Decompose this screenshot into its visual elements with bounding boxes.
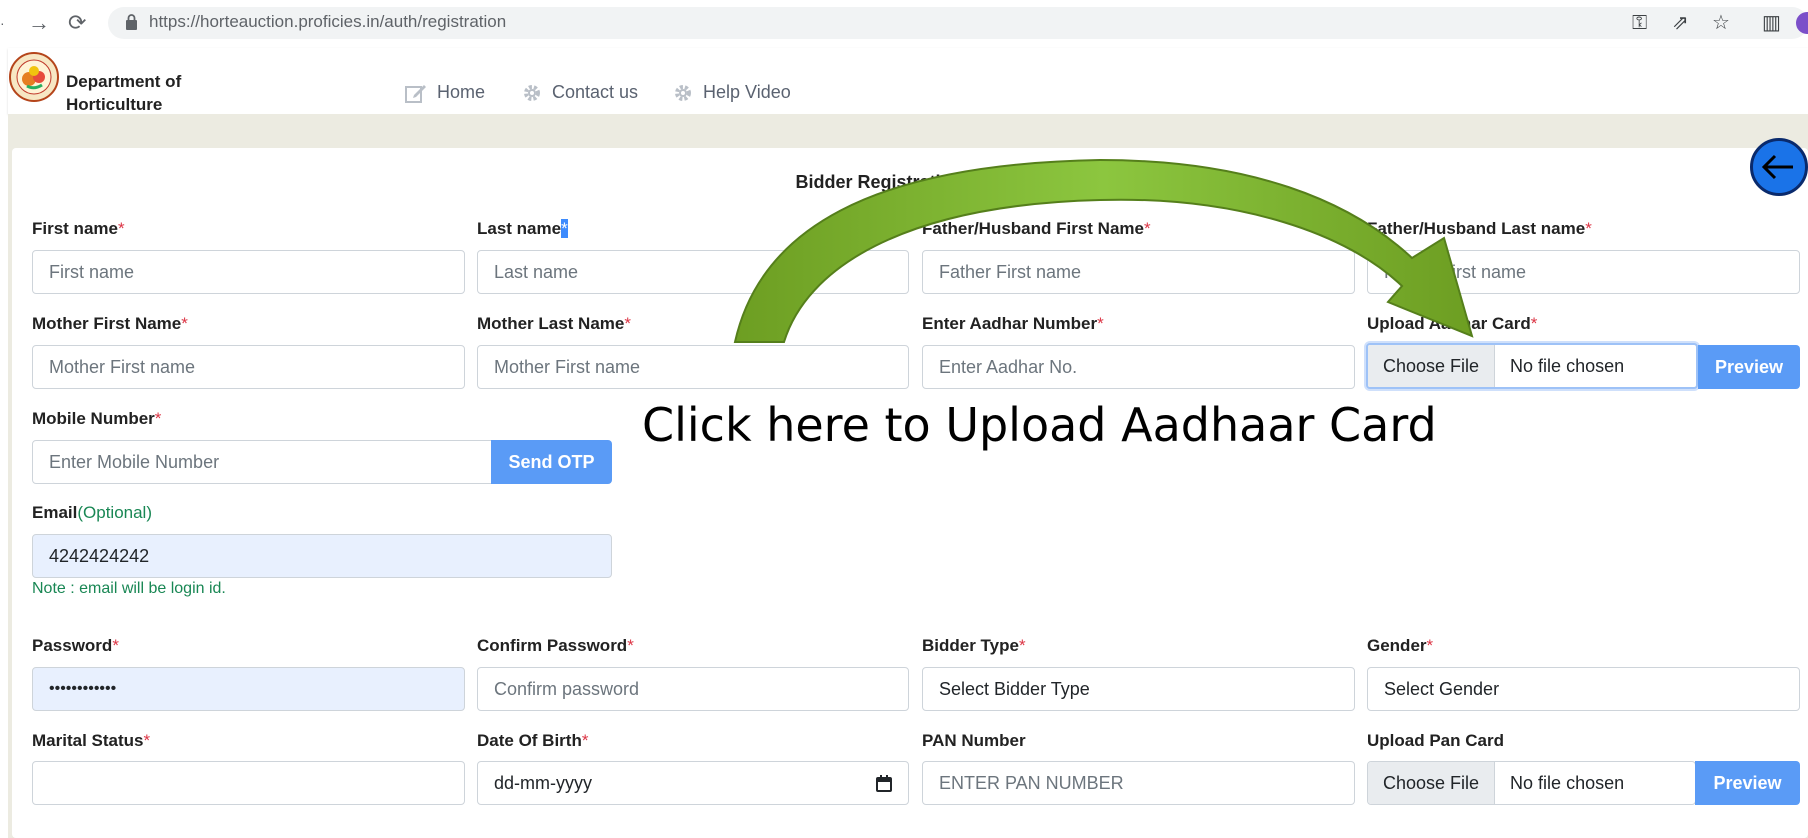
annotation-text: Click here to Upload Aadhaar Card [642, 398, 1437, 452]
arrow-left-icon [1761, 154, 1793, 180]
back-button[interactable] [1750, 138, 1808, 196]
